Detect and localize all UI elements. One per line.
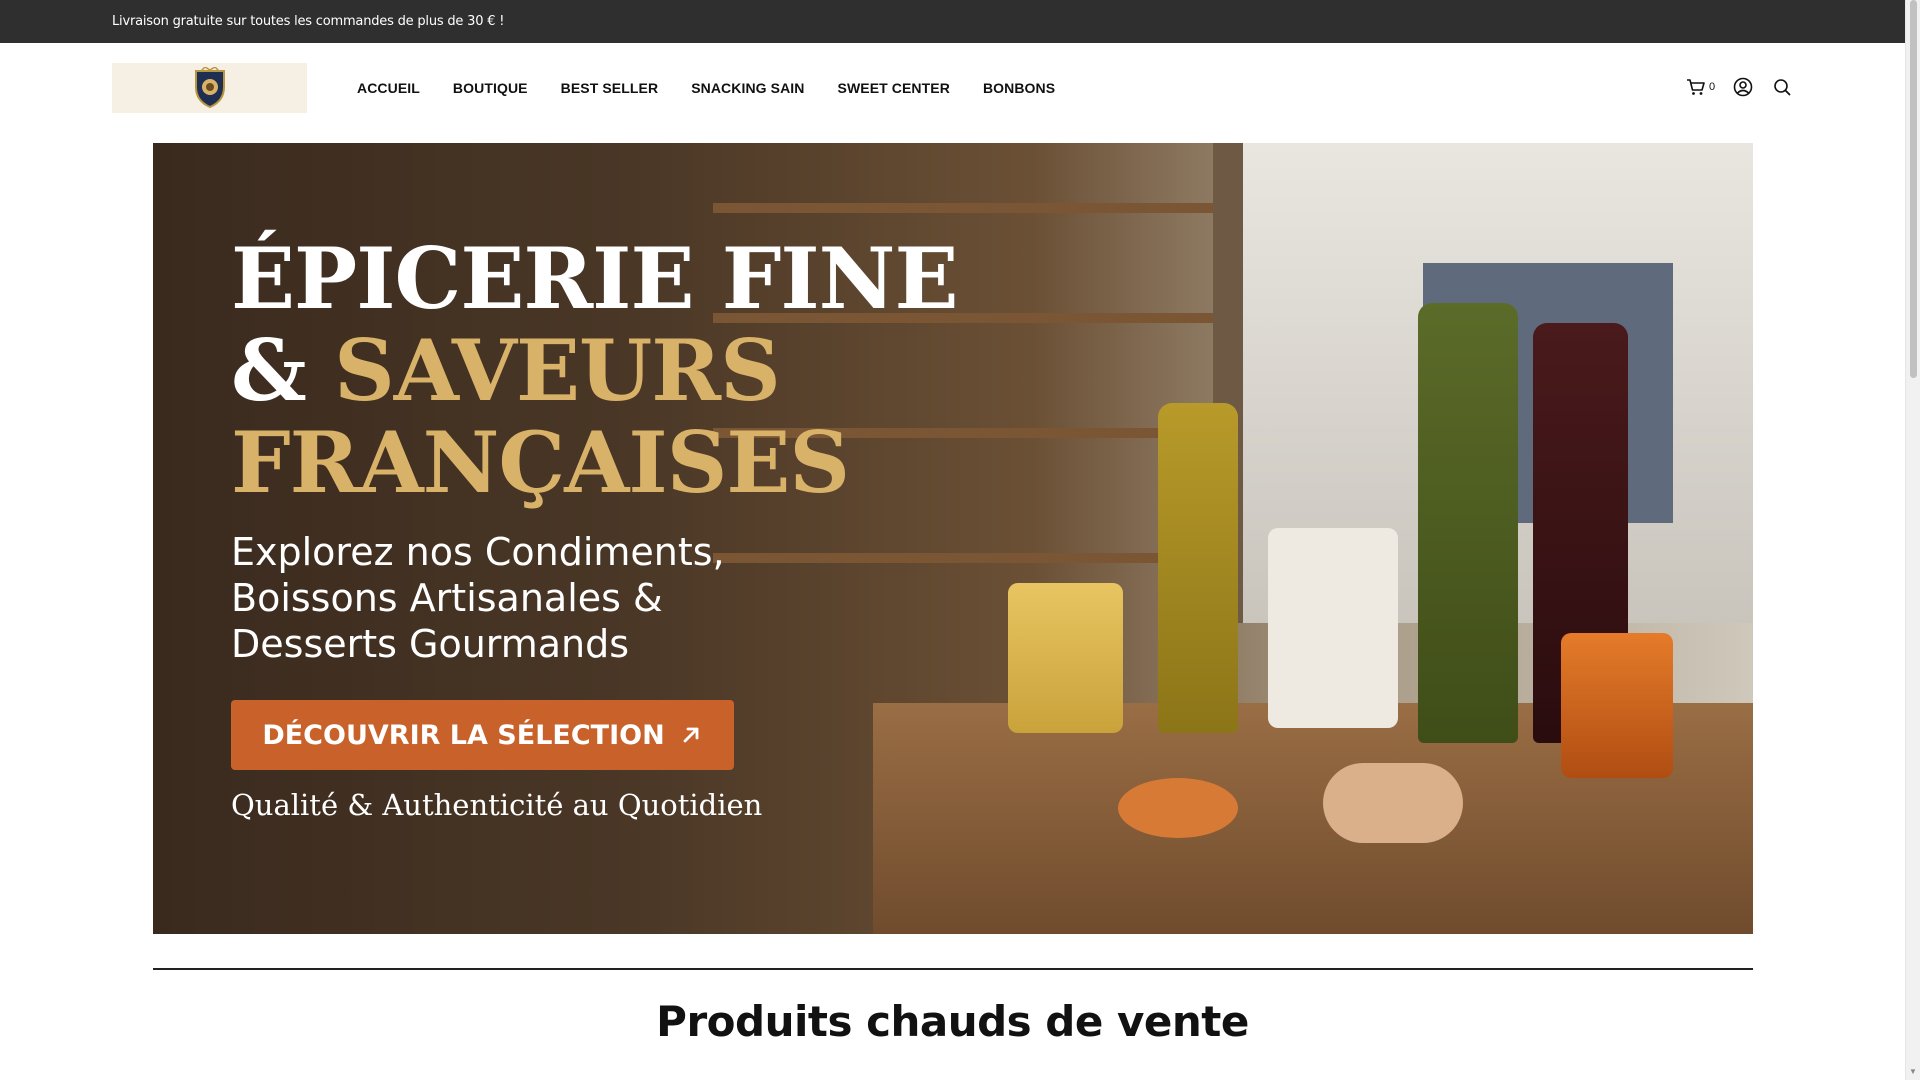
crest-icon bbox=[194, 67, 225, 109]
site-logo[interactable] bbox=[112, 63, 307, 113]
nav-item-best-seller[interactable]: BEST SELLER bbox=[561, 80, 659, 96]
nav-item-snacking-sain[interactable]: SNACKING SAIN bbox=[691, 80, 804, 96]
fleur-de-sel-bag bbox=[1268, 528, 1398, 728]
hero-title-line2: SAVEURS bbox=[334, 321, 781, 420]
olive-oil-bottle bbox=[1158, 403, 1238, 733]
main-nav: ACCUEIL BOUTIQUE BEST SELLER SNACKING SA… bbox=[357, 80, 1088, 96]
section-divider bbox=[153, 968, 1753, 970]
page-scrollbar[interactable]: ▼ bbox=[1905, 0, 1920, 1080]
scroll-down-arrow-icon[interactable]: ▼ bbox=[1909, 1067, 1917, 1076]
hero-title-line3: FRANÇAISES bbox=[231, 413, 850, 512]
search-button[interactable] bbox=[1773, 78, 1791, 96]
tarte-tatin bbox=[1118, 778, 1238, 838]
hero-subtitle: Explorez nos Condiments, Boissons Artisa… bbox=[231, 529, 791, 667]
cart-count: 0 bbox=[1709, 81, 1716, 93]
account-icon bbox=[1733, 77, 1753, 97]
hero-title-amp: & bbox=[231, 321, 307, 420]
nav-item-sweet-center[interactable]: SWEET CENTER bbox=[838, 80, 950, 96]
cidre-bottle bbox=[1418, 303, 1518, 743]
arrow-up-right-icon bbox=[683, 727, 699, 743]
discover-selection-button[interactable]: DÉCOUVRIR LA SÉLECTION bbox=[231, 700, 734, 770]
search-icon bbox=[1774, 79, 1791, 96]
announcement-bar: Livraison gratuite sur toutes les comman… bbox=[0, 0, 1905, 43]
macarons bbox=[1323, 763, 1463, 843]
nav-item-bonbons[interactable]: BONBONS bbox=[983, 80, 1055, 96]
nav-item-accueil[interactable]: ACCUEIL bbox=[357, 80, 420, 96]
nav-item-boutique[interactable]: BOUTIQUE bbox=[453, 80, 528, 96]
hero-tagline: Qualité & Authenticité au Quotidien bbox=[231, 788, 763, 822]
mustard-jar bbox=[1008, 583, 1123, 733]
hero-subtitle-line2: Boissons Artisanales & bbox=[231, 576, 663, 620]
scrollbar-thumb[interactable] bbox=[1910, 0, 1917, 378]
hero-subtitle-line3: Desserts Gourmands bbox=[231, 622, 630, 666]
hero-subtitle-line1: Explorez nos Condiments, bbox=[231, 530, 725, 574]
hero-banner: ÉPICERIE FINE & SAVEURS FRANÇAISES Explo… bbox=[153, 143, 1753, 934]
header-actions: 0 bbox=[1686, 77, 1791, 97]
cart-icon bbox=[1687, 79, 1705, 95]
hero-title-line1: ÉPICERIE FINE bbox=[231, 229, 958, 328]
hero-title: ÉPICERIE FINE & SAVEURS FRANÇAISES bbox=[231, 229, 958, 512]
account-button[interactable] bbox=[1733, 77, 1753, 97]
cart-button[interactable]: 0 bbox=[1686, 78, 1715, 96]
section-title: Produits chauds de vente bbox=[656, 997, 1249, 1046]
announcement-text: Livraison gratuite sur toutes les comman… bbox=[112, 14, 505, 29]
apricot-jam-jar bbox=[1561, 633, 1673, 778]
cta-label: DÉCOUVRIR LA SÉLECTION bbox=[262, 719, 665, 751]
